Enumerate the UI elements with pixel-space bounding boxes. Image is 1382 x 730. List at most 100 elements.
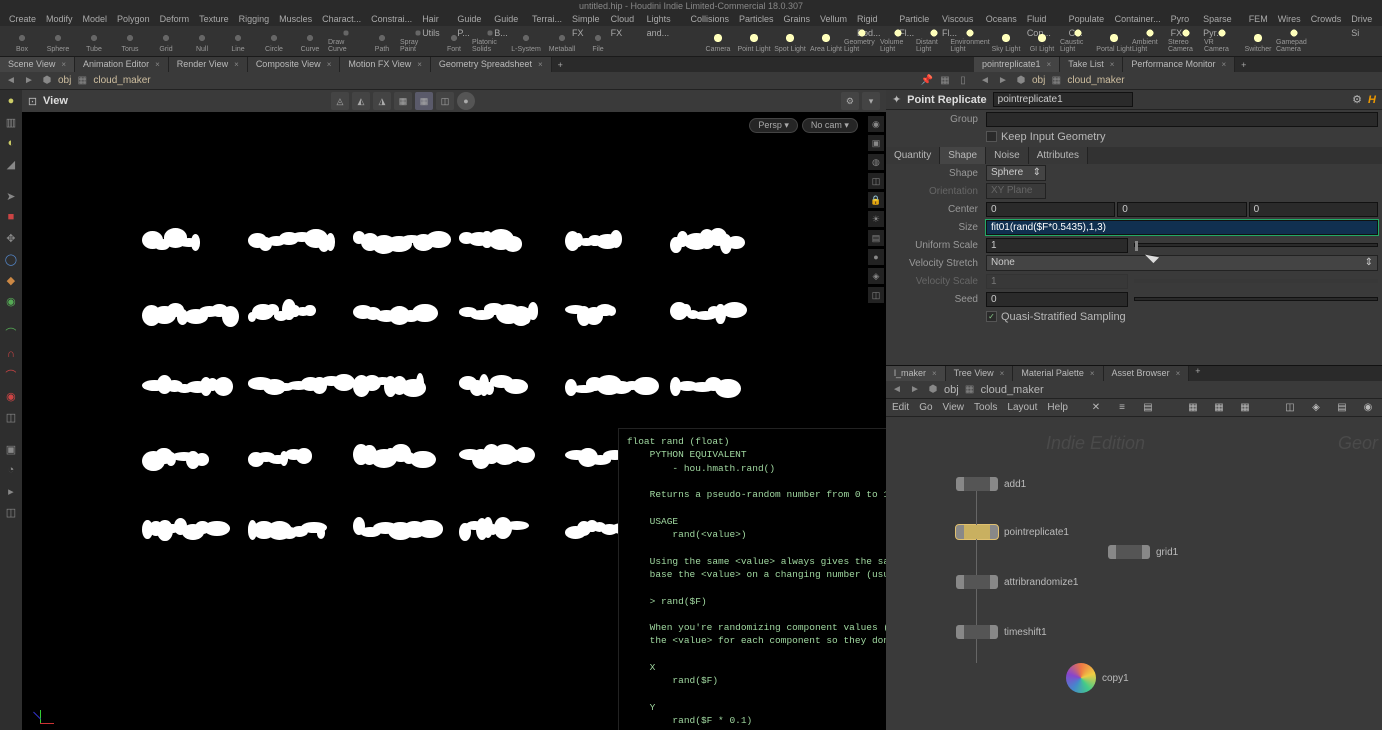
path-obj[interactable]: obj xyxy=(1032,75,1045,86)
net-toolbar-icon[interactable]: ▤ xyxy=(1140,402,1156,413)
net-toolbar-icon[interactable]: ◈ xyxy=(1308,402,1324,413)
tab-close-icon[interactable]: × xyxy=(1047,60,1052,69)
net-toolbar-icon[interactable]: ▦ xyxy=(1185,402,1201,413)
tab-close-icon[interactable]: × xyxy=(1110,60,1115,69)
nav-fwd-icon[interactable]: ► xyxy=(22,74,36,88)
magnet-tool-icon[interactable]: ∩ xyxy=(2,345,20,363)
shelf-tool-volume-light[interactable]: Volume Light xyxy=(880,28,916,54)
net-menu-item[interactable]: Go xyxy=(919,402,932,413)
camera-none-pill[interactable]: No cam ▾ xyxy=(802,118,858,133)
shelf-tool-sphere[interactable]: Sphere xyxy=(40,28,76,54)
menu-item[interactable]: Pyro FX xyxy=(1166,12,1198,26)
menu-item[interactable]: Container... xyxy=(1110,12,1166,26)
shelf-tool-caustic-light[interactable]: Caustic Light xyxy=(1060,28,1096,54)
obj-icon[interactable]: ⬢ xyxy=(926,383,940,397)
shelf-tool-font[interactable]: Font xyxy=(436,28,472,54)
menu-item[interactable]: Cloud FX xyxy=(606,12,642,26)
network-node-add1[interactable]: add1 xyxy=(956,477,1026,491)
pane-tab[interactable]: Composite View× xyxy=(248,57,341,72)
vp-btn-4-icon[interactable]: ▦ xyxy=(394,92,412,110)
net-toolbar-icon[interactable]: ≡ xyxy=(1114,402,1130,413)
vp-eye-icon[interactable]: ◉ xyxy=(868,116,884,132)
shelf-tool-area-light[interactable]: Area Light xyxy=(808,28,844,54)
shelf-tool-l-system[interactable]: L-System xyxy=(508,28,544,54)
rotate-tool-icon[interactable]: ◯ xyxy=(2,250,20,268)
menu-item[interactable]: Terrai... xyxy=(527,12,567,26)
vp-btn-3-icon[interactable]: ◮ xyxy=(373,92,391,110)
help-icon[interactable]: H xyxy=(1368,94,1376,106)
menu-item[interactable]: Vellum xyxy=(815,12,852,26)
scale-tool-icon[interactable]: ◆ xyxy=(2,271,20,289)
path-obj[interactable]: obj xyxy=(58,75,71,86)
net-toolbar-icon[interactable]: ✕ xyxy=(1088,402,1104,413)
menu-item[interactable]: Crowds xyxy=(1306,12,1347,26)
vp-gear-icon[interactable]: ⚙ xyxy=(841,92,859,110)
pane-tab[interactable]: Render View× xyxy=(169,57,248,72)
nav-back-icon[interactable]: ◄ xyxy=(4,74,18,88)
net-menu-item[interactable]: Edit xyxy=(892,402,909,413)
pane-tab[interactable]: l_maker× xyxy=(886,366,946,381)
geo-icon[interactable]: ▦ xyxy=(963,383,977,397)
vp-ghost-icon[interactable]: ◍ xyxy=(868,154,884,170)
shelf-tool-line[interactable]: Line xyxy=(220,28,256,54)
shelf-tool-curve[interactable]: Curve xyxy=(292,28,328,54)
display-tool-icon[interactable]: ◫ xyxy=(2,408,20,426)
tab-close-icon[interactable]: × xyxy=(932,369,937,378)
nav-fwd-icon[interactable]: ► xyxy=(908,383,922,397)
shelf-tool-vr-camera[interactable]: VR Camera xyxy=(1204,28,1240,54)
lasso-tool-icon[interactable]: ◐ xyxy=(2,134,20,152)
shelf-tool-switcher[interactable]: Switcher xyxy=(1240,28,1276,54)
center-y-field[interactable] xyxy=(1117,202,1246,217)
viewport-3d[interactable]: Persp ▾ No cam ▾ ◉ ▣ ◍ ◫ 🔒 ☀ ▤ ● ◈ ◫ 98f… xyxy=(22,112,886,730)
net-toolbar-icon[interactable]: ▤ xyxy=(1334,402,1350,413)
network-node-attribrandomize1[interactable]: attribrandomize1 xyxy=(956,575,1078,589)
pane-tab[interactable]: Motion FX View× xyxy=(340,57,431,72)
seed-field[interactable] xyxy=(986,292,1128,307)
shelf-tool-ambient-light[interactable]: Ambient Light xyxy=(1132,28,1168,54)
network-node-pointreplicate1[interactable]: pointreplicate1 xyxy=(956,525,1069,539)
tab-add-button[interactable]: + xyxy=(1235,60,1252,70)
pane-tab[interactable]: Performance Monitor× xyxy=(1123,57,1235,72)
center-z-field[interactable] xyxy=(1249,202,1378,217)
quasi-checkbox[interactable]: ✓ xyxy=(986,311,997,322)
pane-tab[interactable]: Take List× xyxy=(1060,57,1123,72)
select-tool-icon[interactable]: ➤ xyxy=(2,187,20,205)
menu-item[interactable]: Model xyxy=(78,12,113,26)
pane-tab[interactable]: pointreplicate1× xyxy=(974,57,1060,72)
menu-item[interactable]: Guide P... xyxy=(452,12,489,26)
light-tool-icon[interactable]: ● xyxy=(2,92,20,110)
pane-tab[interactable]: Scene View× xyxy=(0,57,75,72)
group-field[interactable] xyxy=(986,112,1378,127)
menu-item[interactable]: Constrai... xyxy=(366,12,417,26)
pane-tab[interactable]: Geometry Spreadsheet× xyxy=(431,57,552,72)
tab-add-button[interactable]: + xyxy=(552,60,569,70)
geo-icon[interactable]: ▦ xyxy=(1049,74,1063,88)
uniform-scale-slider[interactable] xyxy=(1134,243,1378,247)
size-field[interactable] xyxy=(986,220,1378,235)
param-tab-quantity[interactable]: Quantity xyxy=(886,147,940,164)
shelf-tool-platonic-solids[interactable]: Platonic Solids xyxy=(472,28,508,54)
shelf-tool-box[interactable]: Box xyxy=(4,28,40,54)
network-node-copy1[interactable]: copy1 xyxy=(1066,663,1129,693)
param-tab-attributes[interactable]: Attributes xyxy=(1029,147,1088,164)
uniform-scale-field[interactable] xyxy=(986,238,1128,253)
tab-close-icon[interactable]: × xyxy=(327,60,332,69)
snap2-tool-icon[interactable]: ⌒ xyxy=(2,366,20,384)
shelf-tool-tube[interactable]: Tube xyxy=(76,28,112,54)
handle-tool-icon[interactable]: ◉ xyxy=(2,292,20,310)
vp-menu-icon[interactable]: ▾ xyxy=(862,92,880,110)
inspect-tool-icon[interactable]: ◔ xyxy=(2,461,20,479)
nav-back-icon[interactable]: ◄ xyxy=(890,383,904,397)
menu-item[interactable]: Polygon xyxy=(112,12,155,26)
shelf-tool-metaball[interactable]: Metaball xyxy=(544,28,580,54)
obj-icon[interactable]: ⬢ xyxy=(1014,74,1028,88)
tab-close-icon[interactable]: × xyxy=(1000,369,1005,378)
shape-select[interactable]: Sphere ⇕ xyxy=(986,165,1046,181)
flipbook-tool-icon[interactable]: ▸ xyxy=(2,482,20,500)
tab-close-icon[interactable]: × xyxy=(1221,60,1226,69)
vp-split-icon[interactable]: ◫ xyxy=(868,287,884,303)
menu-item[interactable]: Texture xyxy=(194,12,234,26)
menu-item[interactable]: Create xyxy=(4,12,41,26)
menu-item[interactable]: Simple FX xyxy=(567,12,606,26)
paint-tool-icon[interactable]: ◢ xyxy=(2,155,20,173)
